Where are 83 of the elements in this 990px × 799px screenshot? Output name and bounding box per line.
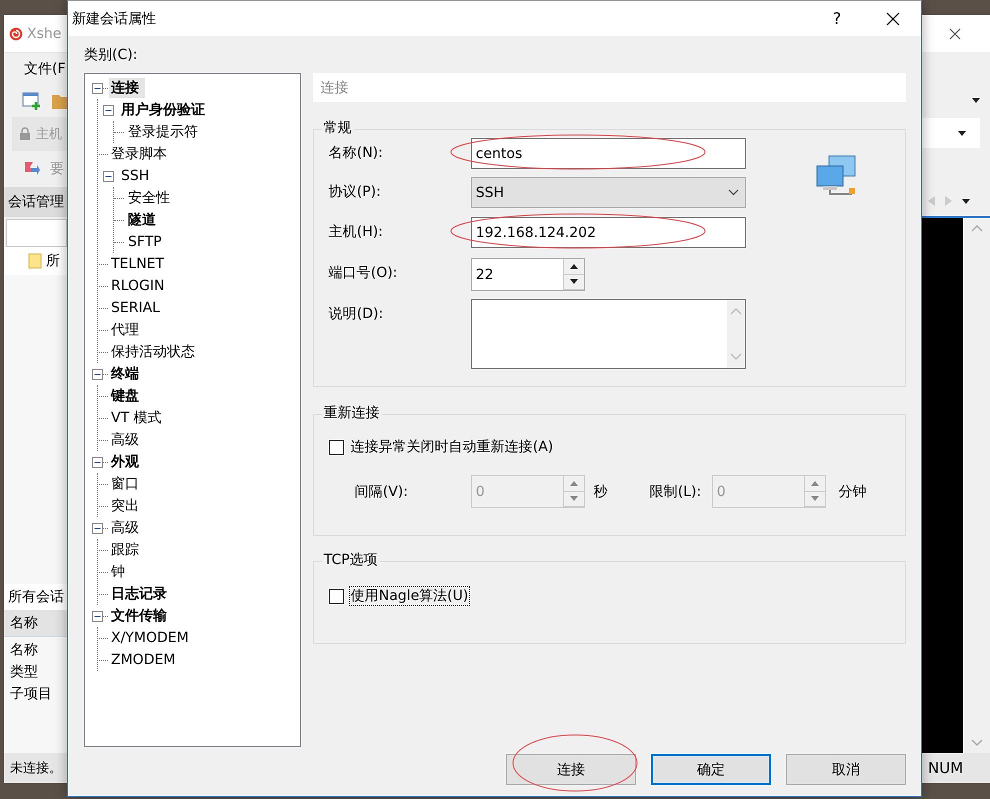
expander-icon[interactable] xyxy=(92,456,103,468)
search-field[interactable] xyxy=(6,219,67,247)
expander-icon[interactable] xyxy=(92,522,103,534)
dropdown-arrow-icon[interactable] xyxy=(958,130,966,136)
expander-icon[interactable] xyxy=(92,368,103,380)
field-label: 限制(L): xyxy=(650,482,702,500)
dialog-button[interactable]: 连接 xyxy=(506,754,636,785)
tree-item[interactable]: 高级 xyxy=(109,430,141,450)
tree-item[interactable]: TELNET xyxy=(109,255,166,273)
panel-title: 会话管理 xyxy=(8,193,64,211)
text-field[interactable]: centos xyxy=(470,138,746,169)
field-label: 间隔(V): xyxy=(354,482,409,500)
unit-label: 分钟 xyxy=(838,482,867,500)
new-session-icon[interactable] xyxy=(22,91,42,111)
help-button[interactable]: ? xyxy=(809,1,865,36)
expander-icon[interactable] xyxy=(103,104,114,116)
status-text: 未连接。 xyxy=(10,760,62,777)
tree-item[interactable]: RLOGIN xyxy=(109,277,166,295)
expander-icon[interactable] xyxy=(92,82,103,94)
tree-item[interactable]: 高级 xyxy=(109,518,141,538)
property-name: 类型 xyxy=(10,663,39,681)
field-label: 说明(D): xyxy=(328,305,384,323)
tree-item[interactable]: 文件传输 xyxy=(109,606,169,626)
checkbox[interactable] xyxy=(328,588,344,604)
tree-item[interactable]: 安全性 xyxy=(126,188,172,208)
field-label: 主机(H): xyxy=(328,223,384,241)
tree-item[interactable]: SFTP xyxy=(126,233,164,251)
property-name: 名称 xyxy=(10,641,39,659)
page-header: 连接 xyxy=(312,73,906,102)
tree-item[interactable]: 用户身份验证 xyxy=(119,100,207,120)
tree-item[interactable]: 外观 xyxy=(109,452,141,472)
snail-logo-icon xyxy=(9,26,23,40)
tree-item[interactable]: 登录脚本 xyxy=(109,144,169,164)
field-label: 协议(P): xyxy=(328,183,382,201)
flag-arrow-icon[interactable] xyxy=(24,161,40,177)
tree-item[interactable]: 保持活动状态 xyxy=(109,342,197,362)
tree-item[interactable]: 登录提示符 xyxy=(126,122,200,142)
tree-item[interactable]: VT 模式 xyxy=(109,408,164,428)
address-placeholder: 主机 xyxy=(36,126,62,143)
dropdown-arrow-icon[interactable] xyxy=(972,98,980,102)
tree-item[interactable]: 连接 xyxy=(109,78,145,98)
status-indicator: NUM xyxy=(928,759,964,777)
expander-icon[interactable] xyxy=(92,610,103,622)
tree-item[interactable]: 跟踪 xyxy=(109,540,141,560)
panel-title: 所有会话 xyxy=(8,588,64,606)
expander-icon[interactable] xyxy=(103,170,114,182)
dialog-button[interactable]: 取消 xyxy=(786,754,906,785)
folder-icon xyxy=(28,253,42,269)
group-title: 常规 xyxy=(322,119,354,137)
tree-item[interactable]: SERIAL xyxy=(109,299,162,317)
checkbox-label[interactable]: 连接异常关闭时自动重新连接(A) xyxy=(348,437,556,457)
tree-item[interactable]: 代理 xyxy=(109,320,141,340)
app-title: Xshe xyxy=(27,26,62,42)
tree-item[interactable]: 隧道 xyxy=(126,210,158,230)
unit-label: 秒 xyxy=(594,482,609,500)
field-label: 端口号(O): xyxy=(328,264,398,282)
field-label: 名称(N): xyxy=(328,144,384,162)
category-label: 类别(C): xyxy=(84,46,138,64)
dialog-button[interactable]: 确定 xyxy=(651,754,771,785)
group-title: TCP选项 xyxy=(322,551,380,569)
checkbox-label[interactable]: 使用Nagle算法(U) xyxy=(348,586,470,606)
tree-item[interactable]: X/YMODEM xyxy=(109,629,191,647)
group-title: 重新连接 xyxy=(322,404,382,422)
dialog-title: 新建会话属性 xyxy=(72,10,156,28)
tree-item[interactable]: 所 xyxy=(46,252,60,270)
tree-item[interactable]: SSH xyxy=(119,167,152,185)
tree-item[interactable]: 键盘 xyxy=(109,386,141,406)
protocol-dropdown[interactable]: SSH xyxy=(470,177,746,208)
tree-item[interactable]: 日志记录 xyxy=(109,584,169,604)
lock-icon xyxy=(19,127,31,141)
tree-item[interactable]: ZMODEM xyxy=(109,651,178,669)
tree-item[interactable]: 突出 xyxy=(109,496,141,516)
tree-item[interactable]: 终端 xyxy=(109,364,141,384)
checkbox[interactable] xyxy=(328,440,344,454)
text-field[interactable]: 192.168.124.202 xyxy=(470,217,746,248)
property-name: 子项目 xyxy=(10,685,53,703)
dropdown-arrow-icon[interactable] xyxy=(962,198,970,204)
chevron-down-icon xyxy=(728,189,739,196)
close-icon[interactable] xyxy=(949,28,961,40)
tree-item[interactable]: 钟 xyxy=(109,562,127,582)
menu-item[interactable]: 文件(F xyxy=(24,60,66,78)
tree-item[interactable]: 窗口 xyxy=(109,474,141,494)
close-icon xyxy=(886,12,900,26)
